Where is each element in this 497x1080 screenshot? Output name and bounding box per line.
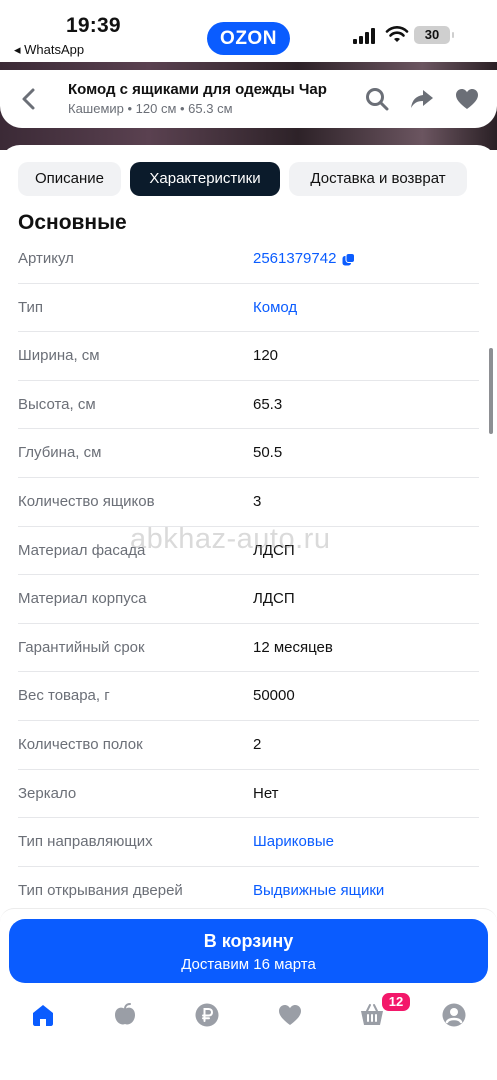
signal-icon (353, 28, 375, 44)
scrollbar-thumb[interactable] (489, 348, 493, 434)
product-header: Комод с ящиками для одежды Чар Кашемир •… (0, 70, 497, 128)
profile-icon[interactable] (441, 1002, 467, 1028)
row-key: Артикул (18, 250, 74, 267)
row-value: 65.3 (253, 395, 283, 413)
row-key: Тип (18, 298, 44, 316)
row-key: Материал фасада (18, 541, 146, 559)
row-value: 50000 (253, 687, 295, 705)
row-key: Тип открывания дверей (18, 881, 183, 899)
row-value: Нет (253, 784, 279, 802)
row-key: Гарантийный срок (18, 638, 145, 656)
home-icon[interactable] (30, 1002, 56, 1028)
row-key: Тип направляющих (18, 833, 153, 851)
product-subtitle: Кашемир • 120 см • 65.3 см (68, 101, 233, 116)
table-row: Количество полок 2 (18, 721, 479, 770)
bottom-panel: В корзину Доставим 16 марта 12 (0, 908, 497, 1080)
row-key: Зеркало (18, 784, 77, 802)
back-to-app-link[interactable]: ◂ WhatsApp (14, 42, 84, 58)
table-row: Ширина, см 120 (18, 332, 479, 381)
tab-characteristics[interactable]: Характеристики (130, 162, 280, 196)
add-to-cart-label: В корзину (203, 931, 294, 951)
row-value: 120 (253, 347, 279, 365)
table-row: Артикул 2561379742 (18, 235, 479, 284)
row-value-link[interactable]: Выдвижные ящики (253, 882, 384, 899)
battery-icon: 30 (414, 26, 454, 44)
table-row: Вес товара, г 50000 (18, 672, 479, 721)
row-value: 12 месяцев (253, 638, 333, 656)
table-row: Тип Комод (18, 284, 479, 333)
status-time: 19:39 (66, 14, 121, 37)
fresh-icon[interactable] (112, 1002, 138, 1028)
row-key: Глубина, см (18, 444, 102, 462)
delivery-date-label: Доставим 16 марта (181, 956, 316, 973)
table-row: Зеркало Нет (18, 770, 479, 819)
table-row: Тип направляющих Шариковые (18, 818, 479, 867)
row-key: Ширина, см (18, 347, 100, 365)
copy-icon[interactable] (342, 252, 356, 266)
wifi-icon (385, 26, 409, 42)
heart-icon[interactable] (454, 86, 480, 112)
add-to-cart-button[interactable]: В корзину Доставим 16 марта (9, 919, 488, 983)
ozon-logo: OZON (207, 22, 290, 55)
row-value[interactable]: 2561379742 (253, 250, 336, 267)
bottom-navigation (0, 994, 497, 1034)
row-value: ЛДСП (253, 590, 295, 608)
table-row: Количество ящиков 3 (18, 478, 479, 527)
characteristics-table: Артикул 2561379742 Тип Комод Ширина, см … (18, 235, 479, 915)
table-row: Глубина, см 50.5 (18, 429, 479, 478)
row-key: Вес товара, г (18, 687, 110, 705)
table-row: Материал корпуса ЛДСП (18, 575, 479, 624)
favorites-icon[interactable] (277, 1002, 303, 1028)
back-arrow-icon[interactable] (14, 84, 44, 114)
table-row: Гарантийный срок 12 месяцев (18, 624, 479, 673)
search-icon[interactable] (364, 86, 390, 112)
row-value: 2 (253, 735, 262, 753)
cart-count-badge: 12 (380, 991, 412, 1013)
row-value-link[interactable]: Шариковые (253, 833, 334, 850)
product-title: Комод с ящиками для одежды Чар (68, 81, 327, 98)
ruble-icon[interactable] (194, 1002, 220, 1028)
tab-description[interactable]: Описание (18, 162, 121, 196)
table-row: Высота, см 65.3 (18, 381, 479, 430)
watermark: abkhaz-auto.ru (130, 523, 331, 555)
row-key: Количество полок (18, 735, 143, 753)
row-value: 50.5 (253, 444, 283, 462)
row-key: Высота, см (18, 395, 96, 413)
row-value-link[interactable]: Комод (253, 299, 297, 316)
section-title: Основные (18, 211, 127, 234)
row-key: Материал корпуса (18, 590, 147, 608)
row-key: Количество ящиков (18, 492, 155, 510)
product-characteristics-screen: 19:39 ◂ WhatsApp OZON 30 Комод с ящиками… (0, 0, 497, 1080)
status-bar: 19:39 ◂ WhatsApp OZON 30 (0, 0, 497, 62)
share-icon[interactable] (409, 86, 435, 112)
article-number-link[interactable]: 2561379742 (253, 250, 356, 267)
tab-delivery-returns[interactable]: Доставка и возврат (289, 162, 467, 196)
row-value: 3 (253, 492, 262, 510)
